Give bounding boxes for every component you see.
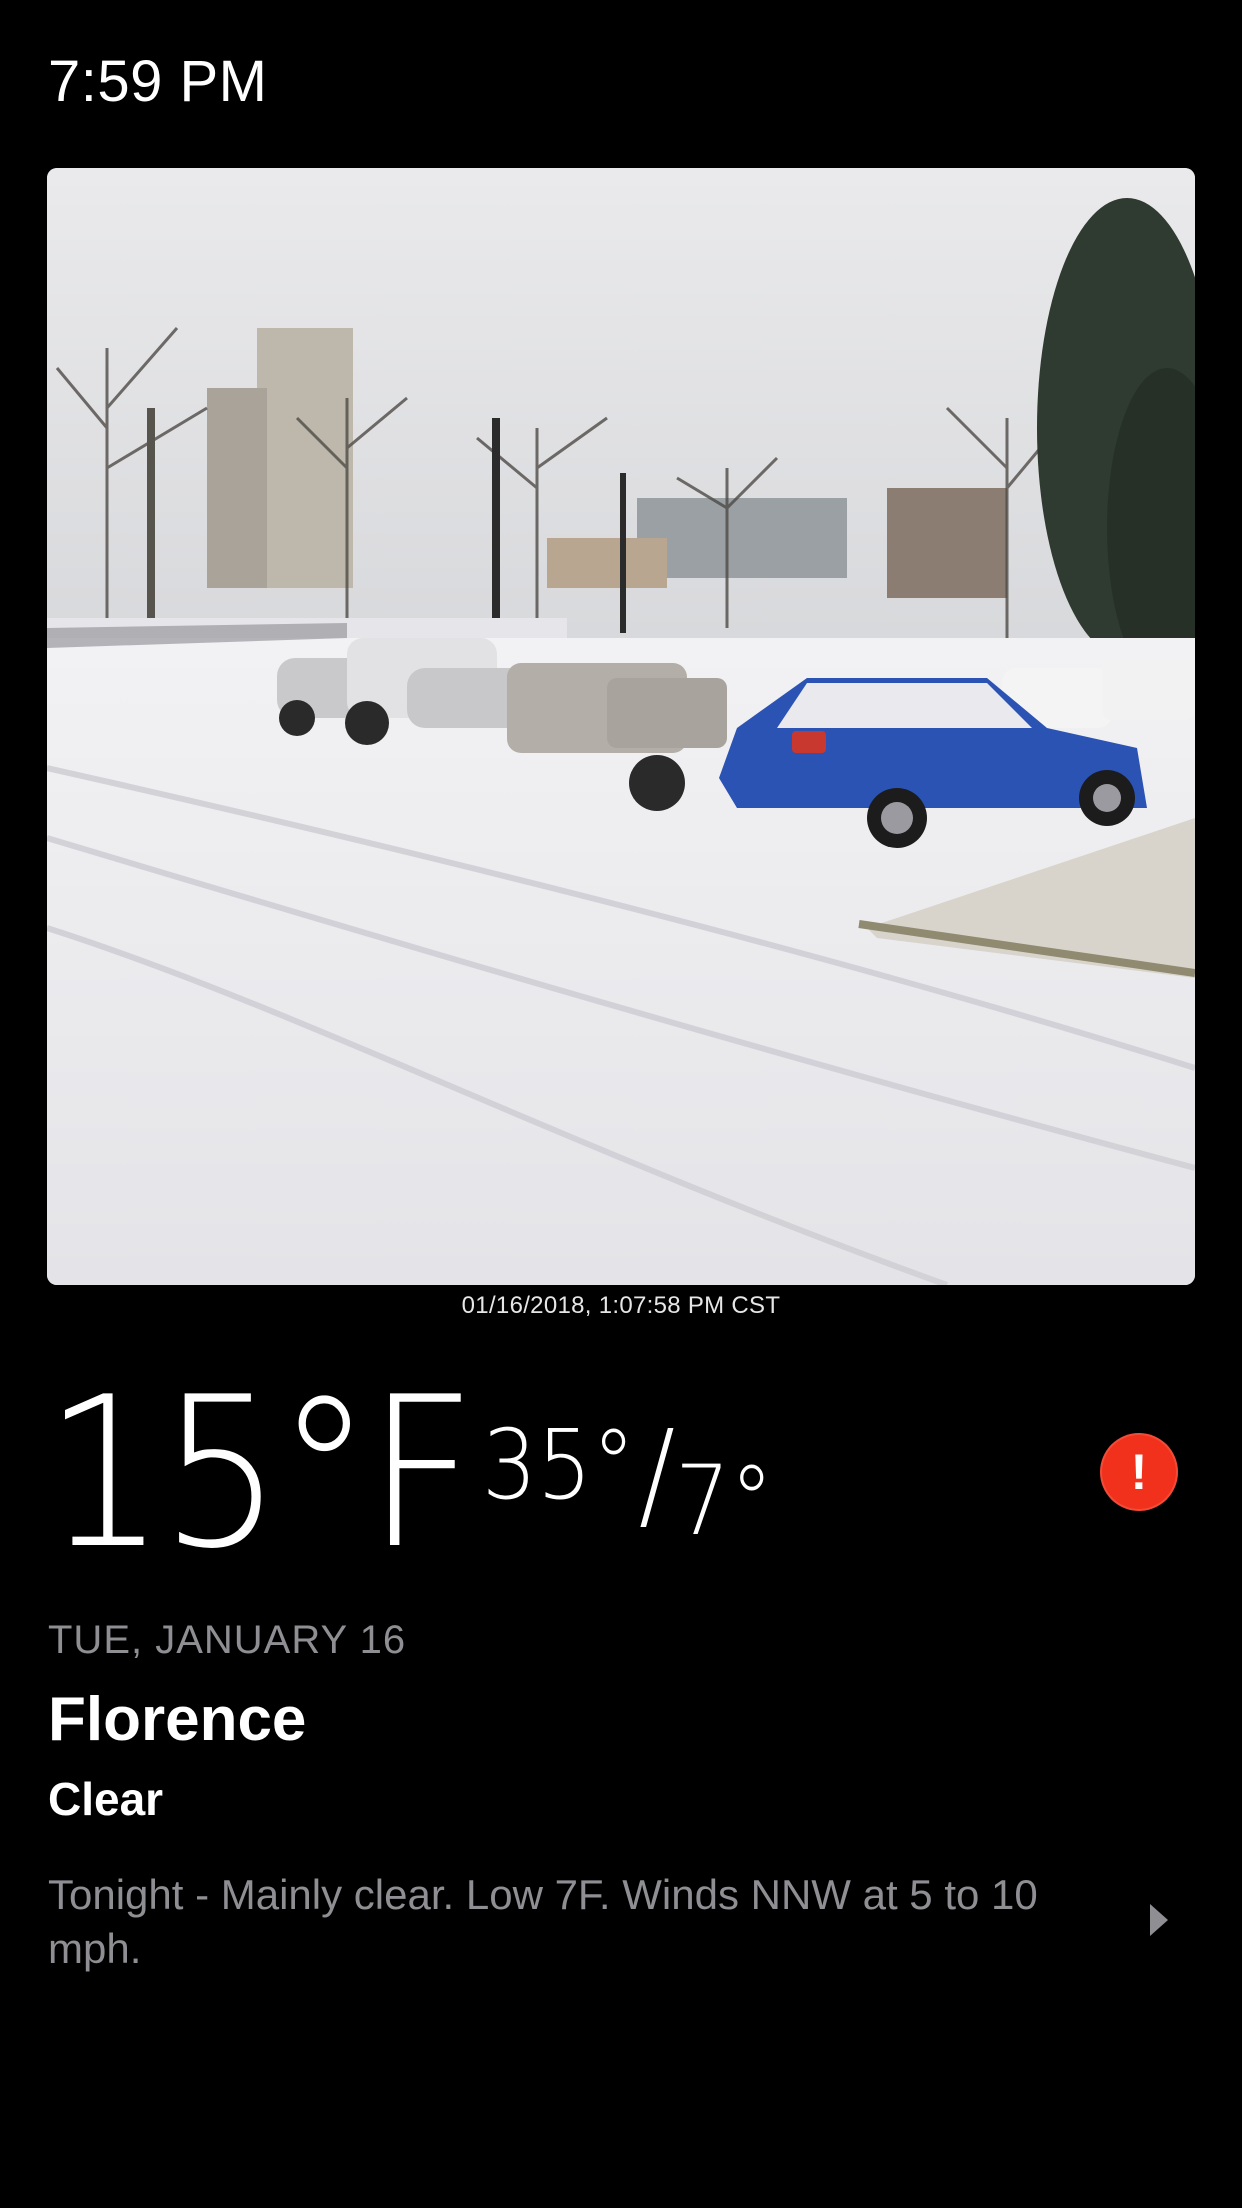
weather-photo[interactable]	[47, 168, 1195, 1285]
temperature-separator: /	[638, 1406, 676, 1545]
high-temperature: 35°	[482, 1409, 636, 1521]
weather-condition: Clear	[48, 1773, 164, 1825]
high-low-temperature: 35°/7°	[482, 1398, 773, 1550]
forecast-date: TUE, JANUARY 16	[48, 1618, 407, 1662]
photo-timestamp: 01/16/2018, 1:07:58 PM CST	[461, 1292, 781, 1319]
snow-parking-lot-image	[47, 168, 1195, 1285]
status-bar-time: 7:59 PM	[48, 49, 268, 114]
city-name: Florence	[48, 1685, 307, 1754]
alert-exclamation-icon: !	[1130, 1444, 1148, 1500]
low-temperature: 7°	[675, 1445, 774, 1557]
weather-alert-button[interactable]: !	[1100, 1433, 1178, 1511]
forecast-summary[interactable]: Tonight - Mainly clear. Low 7F. Winds NN…	[48, 1868, 1108, 1976]
current-temperature: 15°F	[44, 1353, 477, 1595]
chevron-right-icon[interactable]	[1150, 1904, 1168, 1936]
